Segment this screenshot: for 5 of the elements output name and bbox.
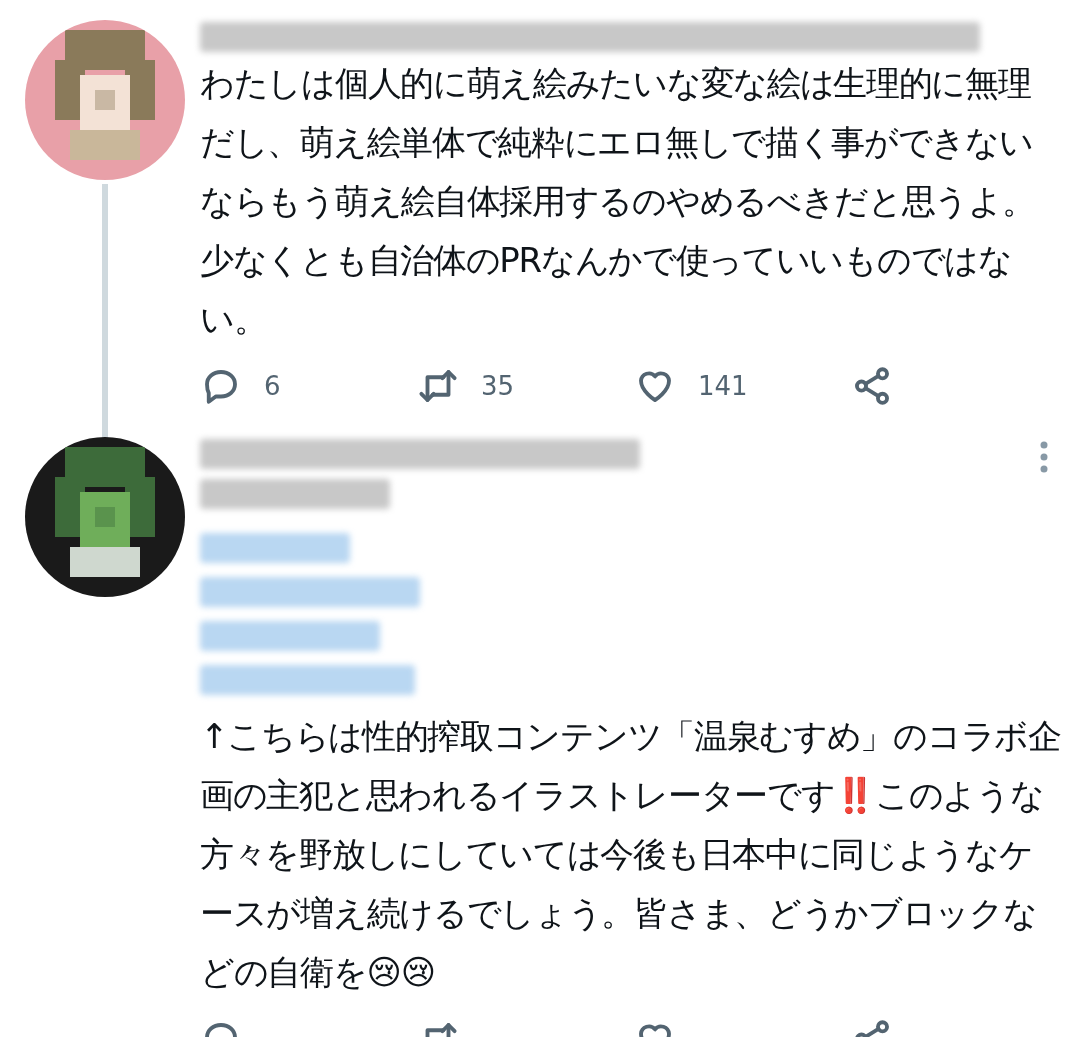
action-count: 6 xyxy=(264,369,281,403)
action-count: 35 xyxy=(481,369,515,403)
tweet-text: ↑こちらは性的搾取コンテンツ「温泉むすめ」のコラボ企画の主犯と思われるイラストレーターです‼このような方々を野放しにしていては今後も日本中に同じようなケースが増え続けるでしょう。皆さま、どうかブロックなどの自衛を😢😢 xyxy=(200,715,1062,994)
action-count: 141 xyxy=(698,369,748,403)
tweet-text: わたしは個人的に萌え絵みたいな変な絵は生理的に無理だし、萌え絵単体で純粋にエロ無しで描く事ができないならもう萌え絵自体採用するのやめるべきだと思うよ。少なくとも自治体のPRなんかで使っていいものではない。 xyxy=(200,62,1036,341)
